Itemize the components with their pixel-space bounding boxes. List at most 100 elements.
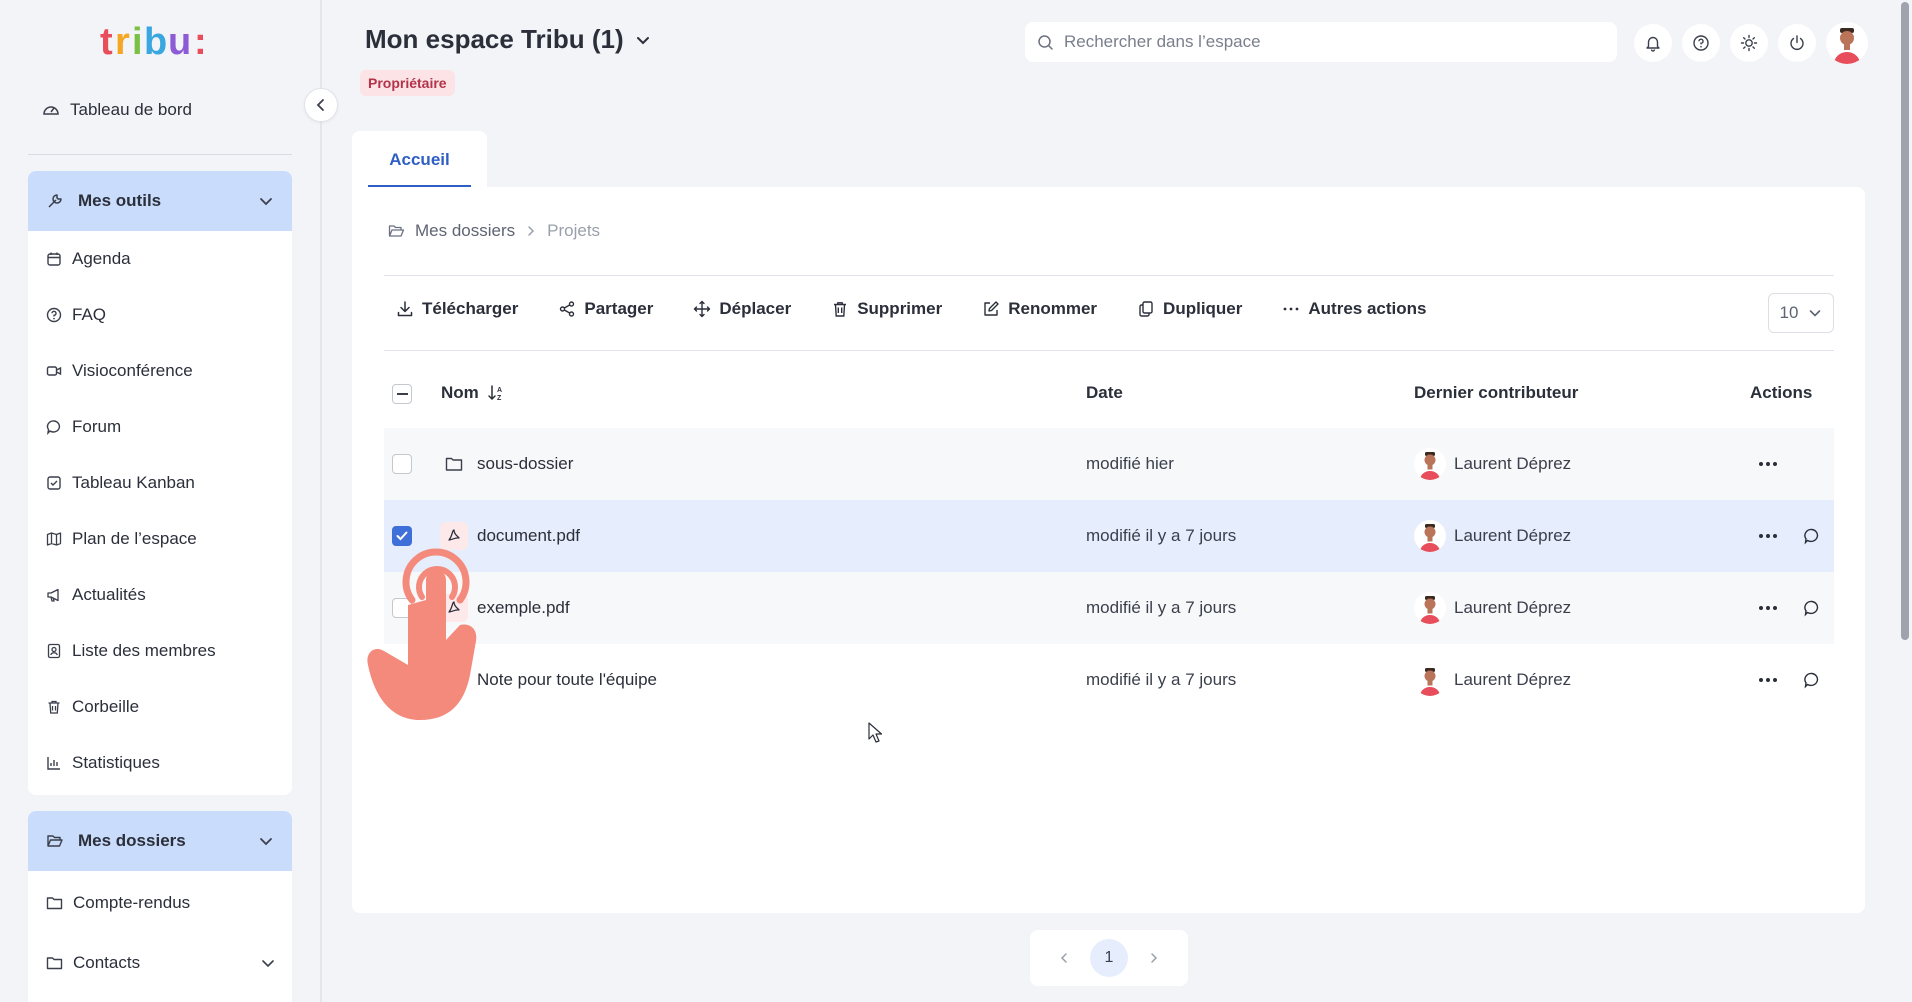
file-name[interactable]: sous-dossier (477, 454, 573, 474)
logout-button[interactable] (1778, 24, 1816, 62)
sidebar-divider (28, 154, 292, 155)
svg-text:t: t (100, 21, 113, 63)
row-more-button[interactable] (1754, 522, 1782, 550)
collapse-sidebar-button[interactable] (304, 88, 338, 122)
row-more-button[interactable] (1754, 666, 1782, 694)
file-name[interactable]: exemple.pdf (477, 598, 570, 618)
sidebar-item-label: Corbeille (72, 697, 140, 716)
page-number-button[interactable]: 1 (1090, 939, 1128, 977)
user-avatar[interactable] (1826, 22, 1868, 64)
delete-button[interactable]: Supprimer (831, 299, 942, 319)
space-title-dropdown[interactable]: Mon espace Tribu (1) (365, 24, 652, 55)
chevron-down-icon (260, 838, 272, 846)
prev-page-button[interactable] (1058, 952, 1070, 964)
file-name[interactable]: document.pdf (477, 526, 580, 546)
avatar (1414, 520, 1446, 552)
share-button[interactable]: Partager (558, 299, 653, 319)
chevron-down-icon[interactable] (260, 955, 276, 971)
search-input[interactable] (1064, 32, 1584, 52)
row-checkbox[interactable] (392, 454, 412, 474)
row-checkbox[interactable] (392, 670, 412, 690)
megaphone-icon (47, 588, 59, 602)
folders-section-title: Mes dossiers (78, 831, 186, 850)
sidebar-item-video[interactable]: Visioconférence (28, 343, 292, 399)
download-button[interactable]: Télécharger (396, 299, 518, 319)
dashboard-gauge-icon (43, 106, 59, 115)
tools-section-title: Mes outils (78, 191, 162, 210)
sidebar-item-dashboard[interactable]: Tableau de bord (42, 100, 192, 120)
sidebar-folder-compte-rendus[interactable]: Compte-rendus (28, 871, 292, 935)
column-date[interactable]: Date (1086, 383, 1123, 403)
trash-icon (834, 302, 847, 317)
sidebar-item-members[interactable]: Liste des membres (28, 623, 292, 679)
row-comment-button[interactable] (1798, 666, 1826, 694)
contributor: Laurent Déprez (1414, 664, 1571, 696)
help-button[interactable] (1682, 24, 1720, 62)
sidebar-item-label: Tableau de bord (70, 100, 192, 119)
sidebar-item-trash[interactable]: Corbeille (28, 679, 292, 735)
sidebar-item-news[interactable]: Actualités (28, 567, 292, 623)
column-contributor: Dernier contributeur (1414, 383, 1579, 402)
file-date: modifié il y a 7 jours (1086, 670, 1237, 689)
scrollbar-thumb[interactable] (1901, 2, 1909, 640)
divider (384, 275, 1834, 276)
search-bar[interactable] (1025, 22, 1617, 62)
row-checkbox[interactable] (392, 598, 412, 618)
sidebar-item-stats[interactable]: Statistiques (28, 735, 292, 791)
theme-toggle-button[interactable] (1730, 24, 1768, 62)
sidebar-item-label: Agenda (72, 249, 131, 268)
table-row[interactable]: sous-dossier modifié hier Laurent Déprez (384, 428, 1834, 500)
tab-accueil[interactable]: Accueil (352, 131, 487, 189)
select-all-checkbox[interactable] (392, 384, 412, 404)
comment-icon (1804, 528, 1819, 545)
rename-label: Renommer (1008, 299, 1098, 318)
tab-label: Accueil (389, 150, 450, 169)
table-row[interactable]: document.pdf modifié il y a 7 jours Laur… (384, 500, 1834, 572)
row-checkbox[interactable] (392, 526, 412, 546)
sidebar-item-label: FAQ (72, 305, 107, 324)
row-comment-button[interactable] (1798, 522, 1826, 550)
row-comment-button[interactable] (1798, 594, 1826, 622)
sidebar-folder-contacts[interactable]: Contacts (28, 935, 292, 991)
more-actions-button[interactable]: Autres actions (1282, 299, 1426, 319)
contributor-name: Laurent Déprez (1454, 526, 1572, 545)
file-name[interactable]: Note pour toute l'équipe (477, 670, 657, 690)
chevron-down-icon (260, 198, 272, 206)
pagination: 1 (1030, 930, 1188, 986)
sidebar-item-agenda[interactable]: Agenda (28, 231, 292, 287)
sidebar-item-forum[interactable]: Forum (28, 399, 292, 455)
table-row[interactable]: exemple.pdf modifié il y a 7 jours Laure… (384, 572, 1834, 644)
per-page-select[interactable]: 10 (1768, 293, 1834, 333)
table-row[interactable]: Note pour toute l'équipe modifié il y a … (384, 644, 1834, 716)
sun-icon (1740, 34, 1758, 52)
chart-icon (47, 757, 60, 770)
svg-text:A: A (497, 387, 502, 394)
notifications-button[interactable] (1634, 24, 1672, 62)
column-name-sort[interactable]: Nom AZ (441, 383, 505, 403)
breadcrumb: Mes dossiers Projets (388, 221, 600, 241)
move-button[interactable]: Déplacer (693, 299, 791, 319)
breadcrumb-root[interactable]: Mes dossiers (415, 221, 515, 241)
duplicate-button[interactable]: Dupliquer (1137, 299, 1242, 319)
folders-section-header[interactable]: Mes dossiers (28, 811, 292, 871)
tribu-logo[interactable]: t r i b u : (100, 20, 220, 64)
row-more-button[interactable] (1754, 450, 1782, 478)
contributor-name: Laurent Déprez (1454, 454, 1572, 473)
sidebar-item-kanban[interactable]: Tableau Kanban (28, 455, 292, 511)
sidebar-item-label: Forum (72, 417, 122, 436)
folder-open-icon (47, 835, 63, 847)
next-page-button[interactable] (1148, 952, 1160, 964)
avatar (1414, 664, 1446, 696)
page-scrollbar[interactable] (1897, 0, 1912, 1002)
sidebar-item-map[interactable]: Plan de l’espace (28, 511, 292, 567)
tools-section-header[interactable]: Mes outils (28, 171, 292, 231)
sidebar-item-faq[interactable]: FAQ (28, 287, 292, 343)
sidebar-item-label: Plan de l’espace (72, 529, 197, 548)
copy-icon (1139, 301, 1153, 317)
note-icon (440, 666, 468, 694)
sidebar-item-label: Statistiques (72, 753, 160, 772)
svg-text:r: r (115, 21, 130, 63)
help-icon (1693, 35, 1709, 51)
row-more-button[interactable] (1754, 594, 1782, 622)
rename-button[interactable]: Renommer (982, 299, 1097, 319)
